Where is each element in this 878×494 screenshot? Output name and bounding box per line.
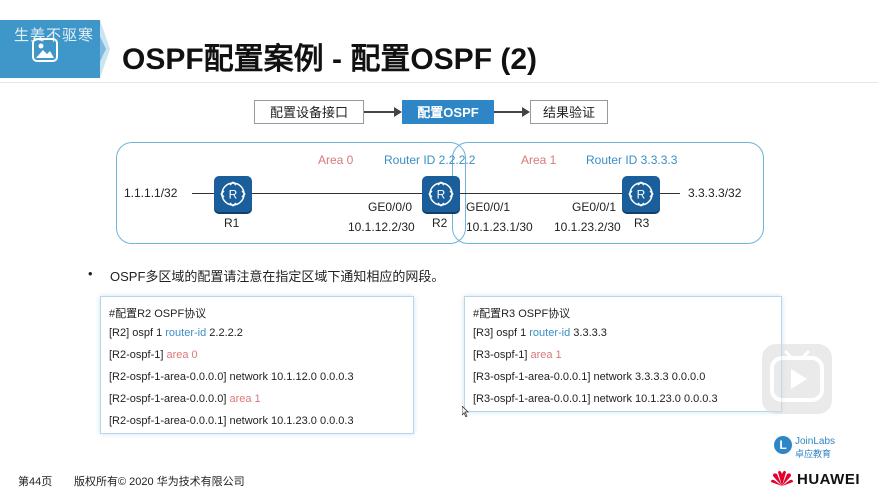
router-r2: R — [422, 176, 460, 212]
step-arrow-1 — [364, 111, 394, 113]
area-1-label: Area 1 — [521, 153, 557, 167]
config-r2-line-5: [R2-ospf-1-area-0.0.0.1] network 10.1.23… — [109, 415, 354, 427]
step-verify: 结果验证 — [530, 100, 608, 124]
r3-router-id: Router ID 3.3.3.3 — [586, 153, 678, 167]
step-configure-ospf: 配置OSPF — [402, 100, 494, 124]
config-r2-heading: #配置R2 OSPF协议 — [109, 308, 207, 320]
step-arrow-2 — [494, 111, 522, 113]
bullet-dot: • — [88, 266, 93, 281]
image-icon — [32, 38, 58, 62]
config-r3-line-1: [R3] ospf 1 router-id 3.3.3.3 — [473, 327, 607, 339]
router-r3: R — [622, 176, 660, 212]
r2-ge000-ip: 10.1.12.2/30 — [348, 220, 415, 234]
huawei-brand: HUAWEI — [797, 471, 860, 488]
huawei-logo-icon — [770, 468, 794, 493]
config-r3-line-2: [R3-ospf-1] area 1 — [473, 349, 562, 361]
config-r2-line-4: [R2-ospf-1-area-0.0.0.0] area 1 — [109, 393, 261, 405]
r3-ge001-interface: GE0/0/1 — [572, 200, 617, 214]
r1-loopback-link — [192, 193, 214, 194]
joinlabs-cn-name: 卓应教育 — [795, 449, 832, 459]
r3-loopback-link — [660, 193, 680, 194]
mouse-cursor-icon — [461, 404, 470, 422]
r1-label: R1 — [224, 216, 240, 230]
router-icon: R — [220, 181, 246, 207]
header-arrow-shadow — [100, 20, 110, 78]
r3-label: R3 — [634, 216, 650, 230]
header-divider — [0, 82, 878, 83]
r2-ge000-interface: GE0/0/0 — [368, 200, 413, 214]
page-title: OSPF配置案例 - 配置OSPF (2) — [122, 43, 538, 76]
play-icon — [770, 350, 824, 402]
router-symbol: R — [637, 188, 646, 202]
router-r1: R — [214, 176, 252, 212]
r3-ge001-ip: 10.1.23.2/30 — [554, 220, 621, 234]
area-0-label: Area 0 — [318, 153, 354, 167]
copyright-text: 版权所有© 2020 华为技术有限公司 — [74, 476, 245, 488]
r1-r2-link — [252, 193, 422, 194]
step-arrowhead-1 — [394, 107, 402, 117]
bullet-text: OSPF多区域的配置请注意在指定区域下通知相应的网段。 — [110, 269, 445, 284]
config-r3-line-3: [R3-ospf-1-area-0.0.0.1] network 3.3.3.3… — [473, 371, 706, 383]
r2-label: R2 — [432, 216, 448, 230]
router-symbol: R — [229, 188, 238, 202]
config-box-r3: #配置R3 OSPF协议 [R3] ospf 1 router-id 3.3.3… — [464, 296, 782, 412]
r2-router-id: Router ID 2.2.2.2 — [384, 153, 476, 167]
r1-loopback-net: 1.1.1.1/32 — [124, 186, 178, 200]
config-r3-heading: #配置R3 OSPF协议 — [473, 308, 571, 320]
config-r3-line-4: [R3-ospf-1-area-0.0.0.1] network 10.1.23… — [473, 393, 718, 405]
router-icon: R — [428, 181, 454, 207]
step-configure-interfaces: 配置设备接口 — [254, 100, 364, 124]
r2-r3-link — [460, 193, 622, 194]
config-r2-line-1: [R2] ospf 1 router-id 2.2.2.2 — [109, 327, 243, 339]
video-play-button[interactable] — [762, 344, 832, 414]
joinlabs-logo-icon: L — [774, 436, 792, 454]
router-symbol: R — [437, 188, 446, 202]
step-arrowhead-2 — [522, 107, 530, 117]
config-box-r2: #配置R2 OSPF协议 [R2] ospf 1 router-id 2.2.2… — [100, 296, 414, 434]
r2-ge001-ip: 10.1.23.1/30 — [466, 220, 533, 234]
page-number: 第44页 — [18, 476, 53, 488]
config-r2-line-3: [R2-ospf-1-area-0.0.0.0] network 10.1.12… — [109, 371, 354, 383]
r2-ge001-interface: GE0/0/1 — [466, 200, 511, 214]
joinlabs-name: JoinLabs — [795, 436, 836, 447]
config-r2-line-2: [R2-ospf-1] area 0 — [109, 349, 198, 361]
router-icon: R — [628, 181, 654, 207]
r3-loopback-net: 3.3.3.3/32 — [688, 186, 742, 200]
